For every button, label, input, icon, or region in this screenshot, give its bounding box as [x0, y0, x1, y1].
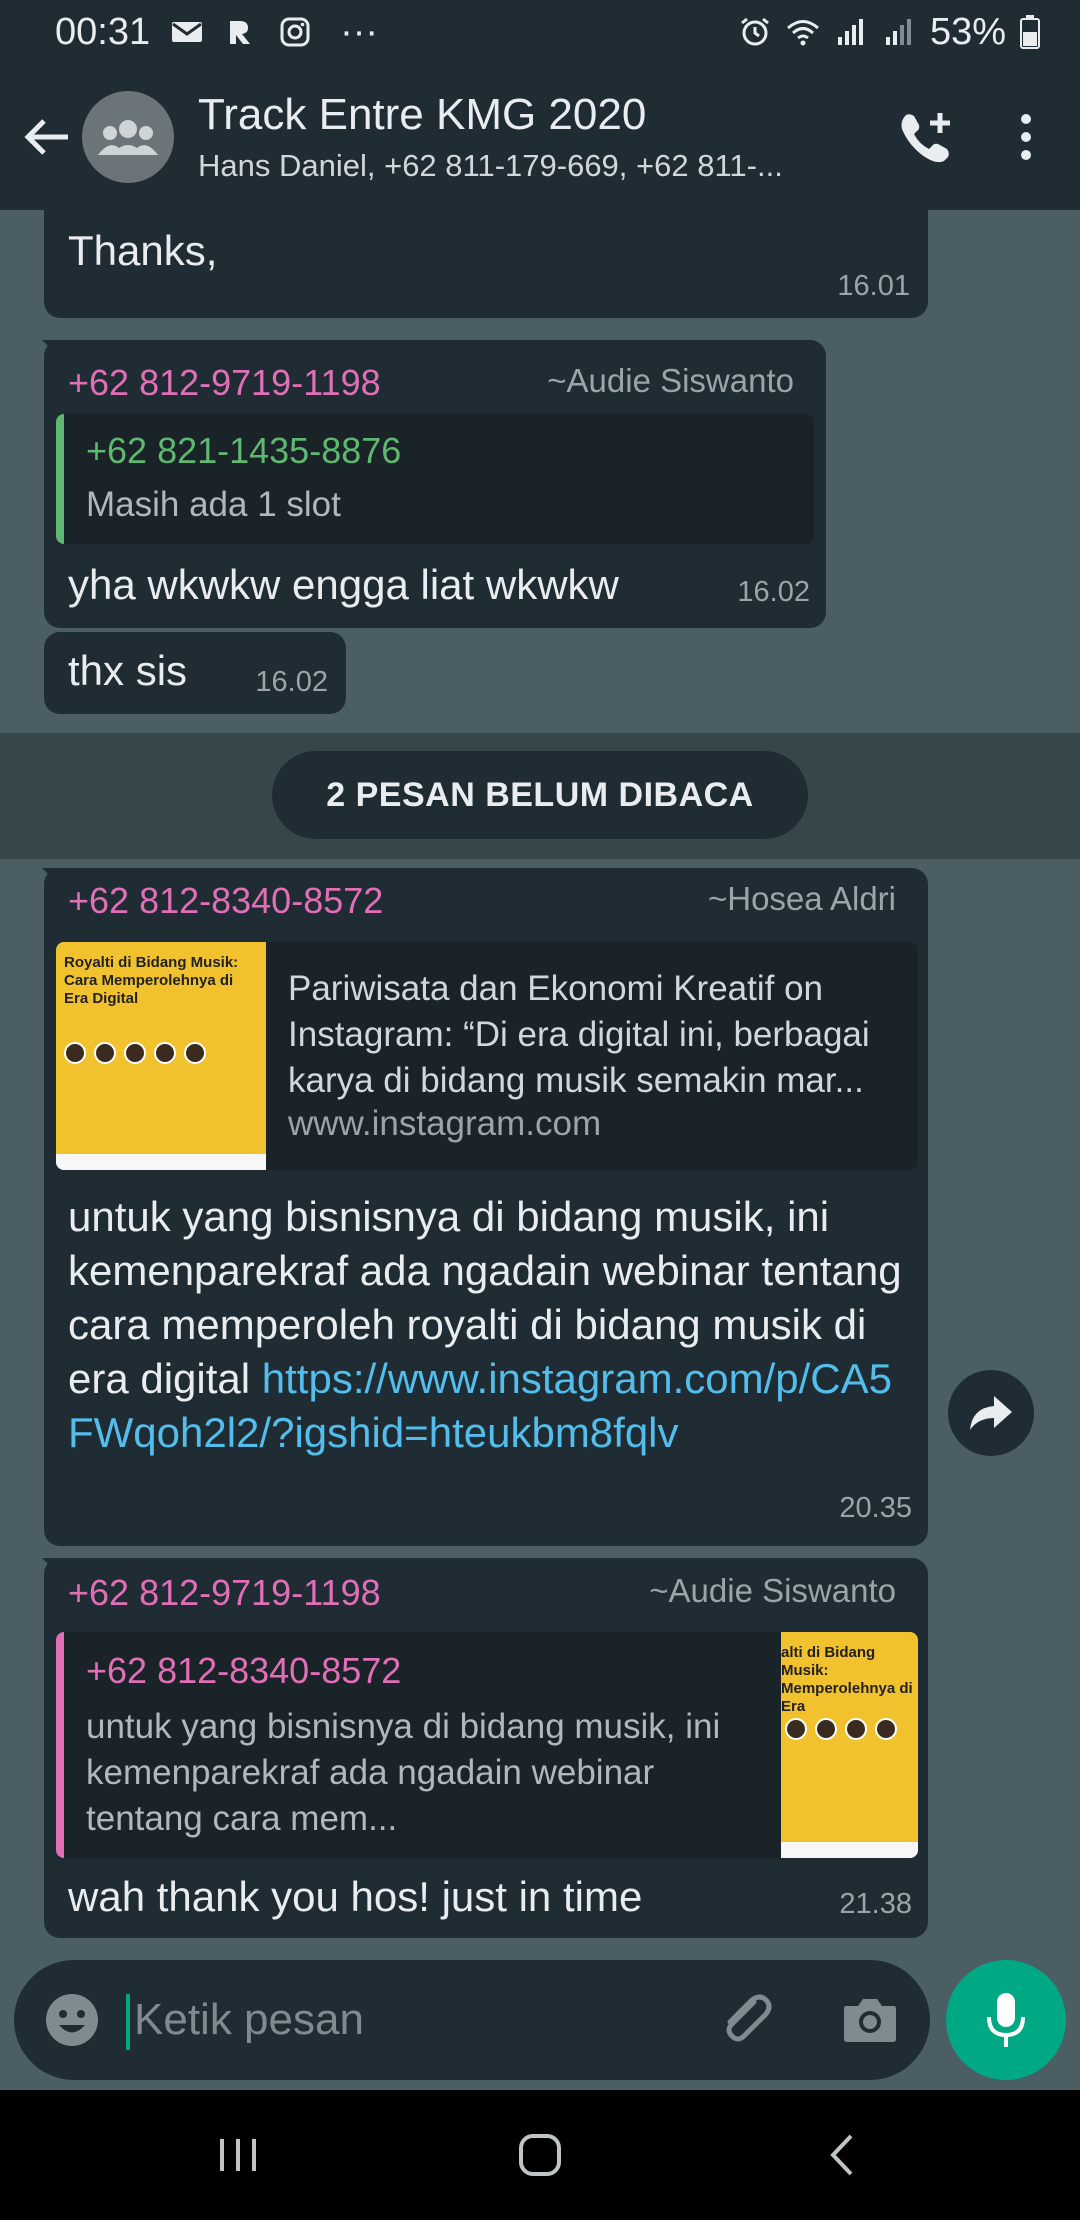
- group-avatar-icon: [98, 120, 158, 155]
- speaker-photo: [875, 1718, 897, 1740]
- speaker-photo: [94, 1042, 116, 1064]
- quote-bar: [56, 414, 64, 544]
- home-icon: [519, 2134, 561, 2176]
- app-icon: [230, 21, 251, 44]
- quote-text: Masih ada 1 slot: [86, 485, 341, 524]
- composer-bar: [0, 1950, 1080, 2090]
- forward-button[interactable]: [948, 1370, 1034, 1456]
- speaker-photo: [154, 1042, 176, 1064]
- message-pushname: ~Audie Siswanto: [649, 1572, 896, 1609]
- quoted-message[interactable]: +62 821-1435-8876 Masih ada 1 slot: [56, 414, 814, 544]
- add-call-icon: [901, 113, 950, 163]
- forward-icon: [970, 1396, 1012, 1430]
- chat-participants: Hans Daniel, +62 811-179-669, +62 811-..…: [198, 148, 783, 183]
- message-time: 16.01: [837, 270, 910, 302]
- message-sender: +62 812-9719-1198: [68, 362, 381, 403]
- speaker-photo: [785, 1718, 807, 1740]
- message-input[interactable]: [134, 1984, 694, 2056]
- message-time: 16.02: [737, 576, 810, 608]
- message-text: untuk yang bisnisnya di bidang musik, in…: [68, 1190, 908, 1460]
- instagram-icon: [280, 17, 310, 47]
- group-avatar[interactable]: [82, 91, 174, 183]
- home-button[interactable]: [500, 2120, 580, 2190]
- back-icon: [830, 2134, 853, 2176]
- message-text: wah thank you hos! just in time: [68, 1873, 643, 1920]
- quoted-message[interactable]: +62 812-8340-8572 untuk yang bisnisnya d…: [56, 1632, 918, 1858]
- message-bubble[interactable]: +62 812-9719-1198 ~Audie Siswanto +62 82…: [42, 340, 826, 628]
- bubble-tail: [42, 868, 64, 890]
- quote-sender: +62 812-8340-8572: [86, 1650, 402, 1691]
- thumbnail-footer: [781, 1842, 918, 1858]
- system-nav-bar: [0, 2090, 1080, 2220]
- message-time: 16.02: [255, 666, 328, 698]
- chat-header: Track Entre KMG 2020 Hans Daniel, +62 81…: [0, 64, 1080, 210]
- signal-icon: [837, 19, 863, 45]
- camera-icon: [844, 1999, 896, 2042]
- message-bubble[interactable]: Thanks, 16.01: [44, 210, 928, 318]
- message-bubble[interactable]: +62 812-8340-8572 ~Hosea Aldri Royalti d…: [42, 868, 928, 1546]
- more-options-button[interactable]: [986, 97, 1066, 177]
- text-cursor: [126, 1994, 130, 2050]
- message-sender: +62 812-8340-8572: [68, 880, 384, 921]
- bubble-tail: [42, 1558, 64, 1580]
- message-time: 21.38: [839, 1888, 912, 1920]
- back-arrow-icon: [24, 119, 68, 155]
- recent-apps-icon: [220, 2139, 256, 2171]
- message-text: thx sis: [68, 647, 188, 694]
- emoji-icon: [46, 1994, 98, 2046]
- recent-apps-button[interactable]: [198, 2120, 278, 2190]
- speaker-photo: [64, 1042, 86, 1064]
- quote-sender: +62 821-1435-8876: [86, 430, 402, 471]
- signal-icon-2: [885, 19, 911, 45]
- more-notifications-icon: ···: [340, 10, 379, 53]
- quote-thumbnail: alti di Bidang Musik: Memperolehnya di E…: [781, 1632, 918, 1858]
- thumbnail-title: alti di Bidang Musik: Memperolehnya di E…: [781, 1644, 913, 1715]
- speaker-photo: [815, 1718, 837, 1740]
- quote-bar: [56, 1632, 64, 1858]
- status-time: 00:31: [55, 10, 151, 53]
- back-nav-button[interactable]: [802, 2120, 882, 2190]
- alarm-icon: [741, 17, 769, 46]
- emoji-button[interactable]: [42, 1990, 102, 2050]
- quote-text: untuk yang bisnisnya di bidang musik, in…: [86, 1707, 721, 1838]
- message-bubble[interactable]: +62 812-9719-1198 ~Audie Siswanto +62 81…: [42, 1558, 928, 1938]
- bubble-tail: [42, 340, 64, 362]
- unread-divider: 2 PESAN BELUM DIBACA: [272, 751, 808, 839]
- camera-button[interactable]: [838, 1988, 902, 2052]
- more-vert-icon: [1021, 114, 1031, 160]
- attach-icon: [726, 1994, 772, 2042]
- message-time: 20.35: [839, 1492, 912, 1524]
- speaker-photo: [845, 1718, 867, 1740]
- wifi-icon: [786, 20, 819, 46]
- add-call-button[interactable]: [886, 97, 966, 177]
- battery-percent: 53%: [929, 10, 1006, 53]
- link-preview[interactable]: Royalti di Bidang Musik: Cara Memperoleh…: [56, 942, 918, 1170]
- back-button[interactable]: [12, 102, 82, 172]
- speaker-photo: [124, 1042, 146, 1064]
- message-sender: +62 812-9719-1198: [68, 1572, 381, 1613]
- mic-icon: [987, 1993, 1025, 2047]
- message-pushname: ~Audie Siswanto: [547, 362, 794, 399]
- message-composer[interactable]: [14, 1960, 930, 2080]
- message-pushname: ~Hosea Aldri: [707, 880, 896, 917]
- chat-title-area[interactable]: Track Entre KMG 2020 Hans Daniel, +62 81…: [198, 90, 848, 184]
- voice-message-button[interactable]: [946, 1960, 1066, 2080]
- message-text: Thanks,: [68, 227, 218, 274]
- chat-title: Track Entre KMG 2020: [198, 90, 647, 139]
- message-bubble[interactable]: thx sis 16.02: [44, 632, 346, 714]
- link-domain: www.instagram.com: [288, 1104, 602, 1143]
- mail-icon: [172, 22, 203, 42]
- message-text: yha wkwkw engga liat wkwkw: [68, 561, 619, 608]
- link-thumbnail: Royalti di Bidang Musik: Cara Memperoleh…: [56, 942, 266, 1170]
- link-title: Pariwisata dan Ekonomi Kreatif on Instag…: [288, 969, 870, 1100]
- chat-area[interactable]: Thanks, 16.01 +62 812-9719-1198 ~Audie S…: [0, 210, 1080, 2090]
- status-bar: 00:31 ··· 53%: [0, 0, 1080, 64]
- attach-button[interactable]: [714, 1988, 778, 2052]
- battery-icon: [1020, 15, 1040, 49]
- speaker-photo: [184, 1042, 206, 1064]
- thumbnail-title: Royalti di Bidang Musik: Cara Memperoleh…: [64, 954, 239, 1007]
- thumbnail-footer: [56, 1154, 266, 1170]
